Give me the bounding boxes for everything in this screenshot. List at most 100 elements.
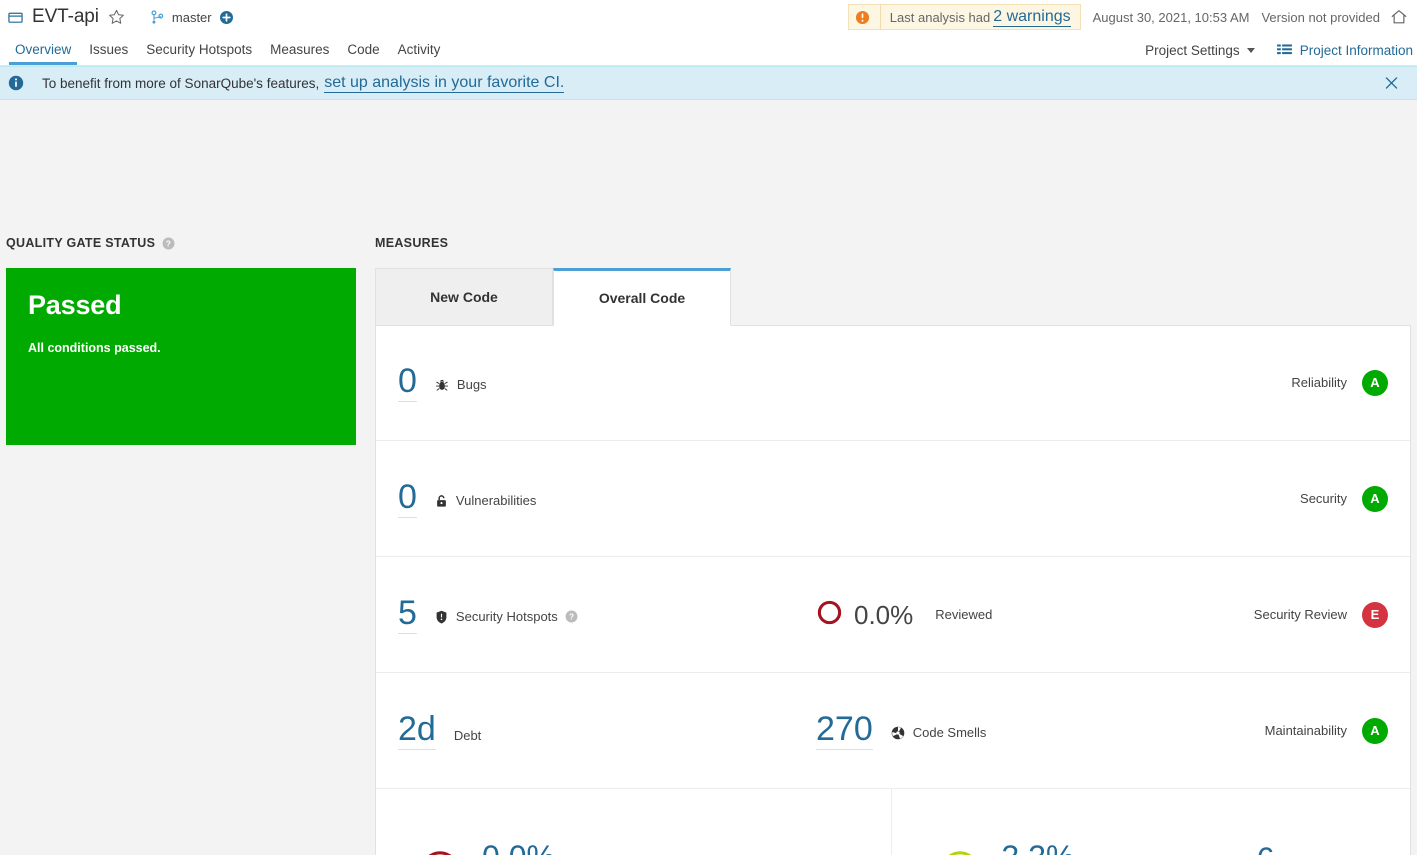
branch-selector[interactable]: master: [151, 10, 233, 25]
nav-item-activity[interactable]: Activity: [389, 42, 450, 65]
unit-tests-value: -: [764, 844, 774, 855]
bug-icon: [435, 378, 449, 392]
security-hotspots-label-text: Security Hotspots: [455, 609, 558, 624]
svg-text:?: ?: [166, 238, 171, 248]
code-smells-measure: 270 Code Smells: [816, 712, 986, 750]
duplications-text: 3.3% Duplications on 2.1k Lines: [1002, 840, 1164, 855]
nav-item-overview[interactable]: Overview: [6, 42, 80, 65]
vulnerabilities-measure: 0 Vulnerabilities: [398, 480, 536, 518]
reviewed-caption: Reviewed: [935, 607, 993, 622]
svg-text:?: ?: [569, 612, 574, 622]
bugs-measure: 0 Bugs: [398, 364, 487, 402]
coverage-ring-icon: [418, 848, 462, 855]
measure-row-maintainability: 2d Debt 270 Code Smells Maintainability …: [376, 673, 1410, 789]
reliability-rating-badge[interactable]: A: [1362, 369, 1388, 396]
measures-tabs: New Code Overall Code: [375, 268, 1411, 326]
notification-text: To benefit from more of SonarQube's feat…: [42, 75, 320, 91]
code-smells-value[interactable]: 270: [816, 712, 873, 750]
project-information-button[interactable]: Project Information: [1276, 43, 1413, 58]
home-icon[interactable]: [1390, 8, 1408, 26]
duplications-measure: 3.3% Duplications on 2.1k Lines: [938, 840, 1164, 855]
measures-title: MEASURES: [375, 236, 449, 250]
measure-row-bugs: 0 Bugs Reliability A: [376, 325, 1410, 441]
debt-label-text: Debt: [453, 727, 482, 743]
info-circle-icon: [8, 75, 24, 91]
project-settings-label: Project Settings: [1145, 43, 1240, 58]
quality-gate-status-card: Passed All conditions passed.: [6, 268, 356, 445]
security-review-rating: Security Review E: [1253, 601, 1388, 628]
project-version: Version not provided: [1261, 9, 1380, 25]
divider: [879, 4, 881, 30]
code-smells-label-text: Code Smells: [912, 725, 987, 740]
duplicated-blocks-value[interactable]: 6: [1257, 842, 1275, 855]
security-label: Security: [1300, 491, 1347, 506]
star-icon[interactable]: [108, 9, 125, 26]
analysis-warning-text: Last analysis had: [889, 9, 991, 25]
tab-new-code[interactable]: New Code: [375, 268, 553, 326]
security-review-label: Security Review: [1253, 607, 1347, 622]
nav-item-measures[interactable]: Measures: [261, 42, 338, 65]
maintainability-rating-badge[interactable]: A: [1362, 717, 1388, 744]
analysis-warning-badge[interactable]: Last analysis had 2 warnings: [847, 4, 1081, 30]
coverage-card: 0.0% Coverage on 542 Lines to cover - Un…: [376, 789, 891, 855]
security-review-rating-badge[interactable]: E: [1362, 601, 1388, 628]
security-hotspots-value[interactable]: 5: [398, 596, 417, 634]
quality-gate-detail: All conditions passed.: [28, 341, 161, 355]
code-smells-label: Code Smells: [891, 725, 987, 740]
header-meta: Last analysis had 2 warnings August 30, …: [847, 0, 1417, 34]
duplications-percent[interactable]: 3.3%: [1002, 840, 1075, 855]
nav-item-issues[interactable]: Issues: [80, 42, 137, 65]
nav-item-security-hotspots[interactable]: Security Hotspots: [137, 42, 261, 65]
quality-gate-title: QUALITY GATE STATUS: [6, 236, 156, 250]
bugs-label: Bugs: [435, 377, 487, 392]
warning-exclamation-icon: [855, 10, 870, 25]
tab-overall-code[interactable]: Overall Code: [553, 268, 731, 326]
plus-circle-icon[interactable]: [219, 10, 233, 24]
measures-heading: MEASURES: [375, 236, 1411, 250]
duplications-card: 3.3% Duplications on 2.1k Lines 6 Duplic…: [890, 789, 1411, 855]
coverage-percent[interactable]: 0.0%: [482, 840, 555, 855]
code-smell-icon: [891, 726, 905, 740]
coverage-measure: 0.0% Coverage on 542 Lines to cover: [418, 840, 678, 855]
bugs-label-text: Bugs: [456, 377, 487, 392]
project-settings-menu[interactable]: Project Settings: [1145, 43, 1255, 58]
measure-row-security-hotspots: 5 Security Hotspots ? 0.0% Reviewed Secu…: [376, 557, 1410, 673]
debt-value[interactable]: 2d: [398, 712, 436, 750]
main-nav: Overview Issues Security Hotspots Measur…: [6, 34, 449, 65]
list-icon: [1276, 44, 1292, 57]
vulnerabilities-label-text: Vulnerabilities: [455, 493, 537, 508]
measure-row-vulnerabilities: 0 Vulnerabilities Security A: [376, 441, 1410, 557]
reviewed-donut-icon: [816, 599, 843, 631]
vulnerabilities-label: Vulnerabilities: [435, 493, 536, 508]
security-rating-badge[interactable]: A: [1362, 485, 1388, 512]
ci-notification-bar: To benefit from more of SonarQube's feat…: [0, 66, 1417, 100]
reviewed-percent: 0.0%: [854, 599, 914, 630]
warnings-link[interactable]: 2 warnings: [993, 8, 1071, 27]
duplicated-blocks-measure: 6 Duplicated Blocks: [1212, 842, 1319, 855]
coverage-duplications-panel: 0.0% Coverage on 542 Lines to cover - Un…: [376, 789, 1410, 855]
branch-name: master: [171, 9, 212, 25]
project-header: EVT-api master Last analysis had 2 warni…: [0, 0, 1417, 66]
maintainability-label: Maintainability: [1264, 723, 1347, 738]
security-rating: Security A: [1300, 485, 1388, 512]
bugs-value[interactable]: 0: [398, 364, 417, 402]
header-nav-row: Overview Issues Security Hotspots Measur…: [0, 34, 1417, 65]
nav-item-code[interactable]: Code: [338, 42, 388, 65]
vulnerabilities-value[interactable]: 0: [398, 480, 417, 518]
debt-measure: 2d Debt: [398, 712, 481, 750]
branch-icon: [151, 9, 164, 25]
reliability-label: Reliability: [1291, 375, 1347, 390]
duplications-ring-icon: [938, 848, 982, 855]
quality-gate-section: QUALITY GATE STATUS ? Passed All conditi…: [6, 236, 356, 445]
measures-panel: 0 Bugs Reliability A 0 Vulnerabilities S…: [375, 325, 1411, 855]
help-circle-icon[interactable]: ?: [565, 610, 578, 623]
security-hotspots-label: Security Hotspots ?: [435, 609, 578, 624]
setup-ci-link[interactable]: set up analysis in your favorite CI.: [324, 74, 565, 93]
help-circle-icon[interactable]: ?: [162, 237, 175, 250]
security-hotspot-shield-icon: [435, 610, 448, 624]
close-icon[interactable]: [1384, 76, 1399, 91]
analysis-date: August 30, 2021, 10:53 AM: [1092, 9, 1250, 25]
maintainability-rating: Maintainability A: [1264, 717, 1388, 744]
project-folder-icon: [8, 10, 23, 25]
security-hotspots-measure: 5 Security Hotspots ?: [398, 596, 578, 634]
